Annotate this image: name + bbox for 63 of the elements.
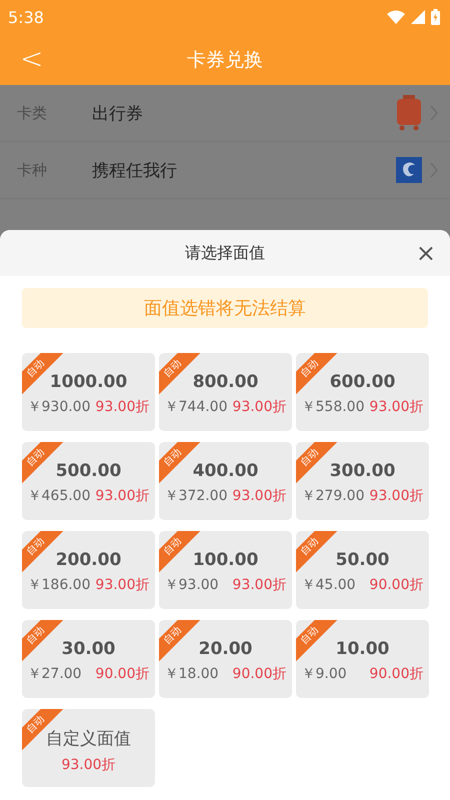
discount: 93.00折 — [95, 487, 150, 505]
face-value: 30.00 — [62, 639, 116, 659]
warning-notice: 面值选错将无法结算 — [22, 288, 428, 328]
price: ￥45.00 — [302, 576, 356, 594]
battery-icon — [431, 9, 440, 25]
discount: 90.00折 — [95, 665, 150, 683]
denomination-card[interactable]: 自动 300.00 ￥279.00 93.00折 — [296, 442, 429, 520]
discount: 93.00折 — [232, 576, 286, 594]
discount: 93.00折 — [369, 487, 424, 505]
price: ￥372.00 — [164, 487, 228, 505]
face-value: 800.00 — [192, 372, 258, 392]
face-value: 50.00 — [336, 550, 390, 570]
price: ￥186.00 — [28, 576, 90, 594]
denomination-card[interactable]: 自动 800.00 ￥744.00 93.00折 — [159, 353, 292, 431]
price: ￥93.00 — [164, 576, 219, 594]
suitcase-icon — [396, 95, 422, 131]
discount: 93.00折 — [61, 756, 116, 774]
dolphin-logo-icon — [396, 157, 422, 183]
discount: 93.00折 — [369, 398, 424, 416]
face-value: 400.00 — [192, 461, 258, 481]
face-value: 1000.00 — [50, 372, 128, 392]
price: ￥930.00 — [28, 398, 90, 416]
discount: 93.00折 — [232, 487, 286, 505]
face-value: 500.00 — [56, 461, 122, 481]
discount: 93.00折 — [232, 398, 286, 416]
price: ￥9.00 — [302, 665, 347, 683]
discount: 90.00折 — [369, 665, 424, 683]
denomination-card[interactable]: 自动 10.00 ￥9.00 90.00折 — [296, 620, 429, 698]
price: ￥279.00 — [302, 487, 364, 505]
discount: 90.00折 — [232, 665, 286, 683]
custom-value-card[interactable]: 自动 自定义面值 93.00折 — [22, 709, 155, 787]
discount: 93.00折 — [95, 576, 150, 594]
close-button[interactable]: × — [412, 239, 440, 267]
status-time: 5:38 — [8, 8, 44, 26]
denomination-card[interactable]: 自动 100.00 ￥93.00 93.00折 — [159, 531, 292, 609]
face-value: 300.00 — [330, 461, 396, 481]
face-value: 100.00 — [192, 550, 258, 570]
denomination-card[interactable]: 自动 500.00 ￥465.00 93.00折 — [22, 442, 155, 520]
face-value: 20.00 — [198, 639, 252, 659]
custom-value-label: 自定义面值 — [46, 728, 131, 750]
price: ￥744.00 — [164, 398, 228, 416]
price: ￥27.00 — [28, 665, 82, 683]
face-value: 600.00 — [330, 372, 396, 392]
sheet-title: 请选择面值 — [185, 242, 265, 264]
discount: 93.00折 — [95, 398, 150, 416]
wifi-icon — [387, 10, 405, 24]
field-value[interactable]: 出行券 — [92, 102, 396, 124]
price: ￥18.00 — [164, 665, 219, 683]
denomination-card[interactable]: 自动 1000.00 ￥930.00 93.00折 — [22, 353, 155, 431]
face-value: 200.00 — [56, 550, 122, 570]
discount: 90.00折 — [369, 576, 424, 594]
denomination-card[interactable]: 自动 400.00 ￥372.00 93.00折 — [159, 442, 292, 520]
signal-icon — [411, 10, 425, 24]
price: ￥465.00 — [28, 487, 90, 505]
denomination-card[interactable]: 自动 20.00 ￥18.00 90.00折 — [159, 620, 292, 698]
denomination-card[interactable]: 自动 600.00 ￥558.00 93.00折 — [296, 353, 429, 431]
face-value: 10.00 — [336, 639, 390, 659]
field-value[interactable]: 携程任我行 — [92, 158, 396, 182]
denomination-card[interactable]: 自动 200.00 ￥186.00 93.00折 — [22, 531, 155, 609]
page-title: 卡券兑换 — [187, 48, 263, 72]
price: ￥558.00 — [302, 398, 364, 416]
denomination-card[interactable]: 自动 50.00 ￥45.00 90.00折 — [296, 531, 429, 609]
denomination-card[interactable]: 自动 30.00 ￥27.00 90.00折 — [22, 620, 155, 698]
